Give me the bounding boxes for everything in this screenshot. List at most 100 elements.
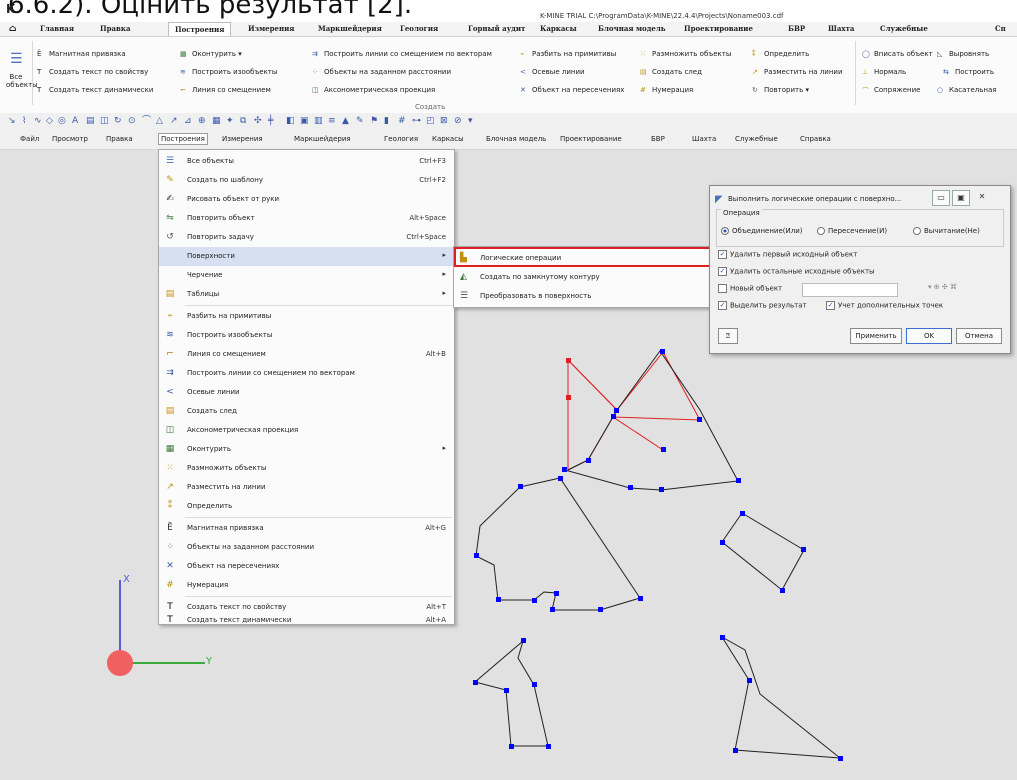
close-icon[interactable]: ✕: [974, 190, 990, 204]
repeat-button[interactable]: ↻ Повторить ▾: [752, 86, 809, 94]
cancel-button[interactable]: Отмена: [956, 328, 1002, 344]
menu-item-axonometric[interactable]: ◫ Аксонометрическая проекция: [159, 421, 454, 440]
select-icon[interactable]: ◰: [426, 117, 435, 126]
menu-item-repeat-object[interactable]: ⇋ Повторить объект Alt+Space: [159, 209, 454, 228]
lasso-icon[interactable]: ⊘: [454, 117, 463, 126]
curve-icon[interactable]: ∿: [34, 117, 43, 126]
tab-sluzhebnye[interactable]: Служебные: [880, 24, 928, 33]
move-icon[interactable]: ✣: [254, 117, 263, 126]
tab-marksheyderiya[interactable]: Маркшейдерия: [318, 24, 382, 33]
all-objects-button[interactable]: Все объекты: [6, 73, 38, 89]
tab-sp[interactable]: Сп: [995, 24, 1006, 33]
build-button[interactable]: ⇆ Построить: [943, 68, 994, 76]
black-polygon-top[interactable]: [564, 350, 739, 491]
tab-bvr[interactable]: БВР: [788, 24, 805, 33]
black-polygon-left[interactable]: [475, 477, 641, 611]
menu-item-offset-line[interactable]: ⌐ Линия со смещением Alt+B: [159, 345, 454, 364]
distance-objects-button[interactable]: ⁘ Объекты на заданном расстоянии: [312, 68, 451, 76]
all-objects-icon[interactable]: ☰: [10, 51, 23, 67]
menu-item-repeat-task[interactable]: ↺ Повторить задачу Ctrl+Space: [159, 228, 454, 247]
block-icon[interactable]: ▣: [300, 117, 309, 126]
menu-edit[interactable]: Правка: [106, 135, 133, 143]
contour-button[interactable]: ▦ Оконтурить ▾: [180, 50, 242, 58]
menu-item-define[interactable]: ⁑ Определить: [159, 497, 454, 516]
align-button[interactable]: ◺ Выровнять: [937, 50, 989, 58]
circle-icon[interactable]: ◎: [58, 117, 67, 126]
minimize-button[interactable]: ▭: [932, 190, 950, 206]
tab-postroeniya[interactable]: Построения: [168, 22, 232, 36]
checkbox-new-object[interactable]: Новый объект: [718, 284, 782, 293]
multiply-button[interactable]: ⁙ Размножить объекты: [640, 50, 731, 58]
iso-button[interactable]: ≋ Построить изообъекты: [180, 68, 277, 76]
menu-item-all-objects[interactable]: ☰ Все объекты Ctrl+F3: [159, 152, 454, 171]
dims-icon[interactable]: ⊠: [440, 117, 449, 126]
menu-geology[interactable]: Геология: [384, 135, 418, 143]
black-polygon-diamond[interactable]: [721, 512, 805, 591]
ok-button[interactable]: OK: [906, 328, 952, 344]
apply-button[interactable]: Применить: [850, 328, 902, 344]
red-polygon-b[interactable]: [567, 351, 701, 451]
tab-blochnaya-model[interactable]: Блочная модель: [598, 24, 666, 33]
inscribe-button[interactable]: ◯ Вписать объект: [862, 50, 933, 58]
menu-item-numbering[interactable]: # Нумерация: [159, 576, 454, 595]
measure-icon[interactable]: ⊿: [184, 117, 193, 126]
new-object-select[interactable]: [802, 283, 898, 297]
arrow-icon[interactable]: ↗: [170, 117, 179, 126]
text-icon[interactable]: A: [72, 117, 81, 126]
more-tools-icon[interactable]: ▾: [468, 117, 477, 126]
text-by-property-button[interactable]: T Создать текст по свойству: [37, 68, 148, 76]
checkbox-delete-first[interactable]: ✓ Удалить первый исходный объект: [718, 250, 857, 259]
menu-item-by-template[interactable]: ✎ Создать по шаблону Ctrl+F2: [159, 171, 454, 190]
hatch-icon[interactable]: ▦: [212, 117, 221, 126]
menu-item-distance[interactable]: ⁘ Объекты на заданном расстоянии: [159, 538, 454, 557]
checkbox-extra-points[interactable]: ✓ Учет дополнительных точек: [826, 301, 943, 310]
menu-item-place-on-line[interactable]: ↗ Разместить на линии: [159, 478, 454, 497]
tab-geologiya[interactable]: Геология: [400, 24, 438, 33]
triangle-icon[interactable]: △: [156, 117, 165, 126]
checkbox-highlight-result[interactable]: ✓ Выделить результат: [718, 301, 807, 310]
menu-item-trace[interactable]: ▤ Создать след: [159, 402, 454, 421]
menu-measure[interactable]: Измерения: [222, 135, 263, 143]
menu-view[interactable]: Просмотр: [52, 135, 88, 143]
menu-item-freehand[interactable]: ✍ Рисовать объект от руки: [159, 190, 454, 209]
vertex-points[interactable]: [473, 349, 843, 761]
offset-line-button[interactable]: ⌐ Линия со смещением: [180, 86, 271, 94]
polygon-icon[interactable]: ◇: [46, 117, 55, 126]
radio-subtraction[interactable]: Вычитание(Не): [913, 227, 980, 235]
vector-offset-button[interactable]: ⇉ Построить линии со смещением по вектора…: [312, 50, 492, 58]
place-on-line-button[interactable]: ↗ Разместить на линии: [752, 68, 843, 76]
mountain-icon[interactable]: ▲: [342, 117, 351, 126]
marker-icon[interactable]: ⊕: [198, 117, 207, 126]
axial-lines-button[interactable]: < Осевые линии: [520, 68, 585, 76]
menu-bvr[interactable]: БВР: [651, 135, 665, 143]
cross-icon[interactable]: ╪: [268, 117, 277, 126]
brush-icon[interactable]: ✎: [356, 117, 365, 126]
menu-item-split[interactable]: ⌁ Разбить на примитивы: [159, 307, 454, 326]
layer-icon[interactable]: ◧: [286, 117, 295, 126]
fillet-button[interactable]: ⌒ Сопряжение: [862, 86, 920, 95]
red-polygon-a[interactable]: [567, 358, 618, 471]
menu-mine[interactable]: Шахта: [692, 135, 716, 143]
menu-item-vector-offset[interactable]: ⇉ Построить линии со смещением по вектора…: [159, 364, 454, 383]
flag-icon[interactable]: ⚑: [370, 117, 379, 126]
rotate-icon[interactable]: ↻: [114, 117, 123, 126]
menu-design[interactable]: Проектирование: [560, 135, 622, 143]
tab-glavnaya[interactable]: Главная: [40, 24, 74, 33]
point-icon[interactable]: ⊙: [128, 117, 137, 126]
intersection-button[interactable]: ✕ Объект на пересечениях: [520, 86, 624, 94]
menu-item-text-dynamic[interactable]: T Создать текст динамически Alt+A: [159, 616, 454, 625]
arc-icon[interactable]: ⌒: [142, 117, 151, 126]
menu-item-axial-lines[interactable]: < Осевые линии: [159, 383, 454, 402]
text-dynamic-button[interactable]: T Создать текст динамически: [37, 86, 153, 94]
black-polygon-bottom-right[interactable]: [721, 636, 842, 759]
menu-item-multiply[interactable]: ⁙ Размножить объекты: [159, 459, 454, 478]
normal-button[interactable]: ⊥ Нормаль: [862, 68, 906, 76]
radio-union[interactable]: Объединение(Или): [721, 227, 803, 235]
submenu-item-closed-contour[interactable]: ◭ Создать по замкнутому контуру: [454, 268, 716, 286]
menu-item-contour[interactable]: ▦ Оконтурить ▸: [159, 440, 454, 459]
tab-pravka[interactable]: Правка: [100, 24, 131, 33]
menu-frames[interactable]: Каркасы: [432, 135, 464, 143]
axonometric-button[interactable]: ◫ Аксонометрическая проекция: [312, 86, 435, 94]
node-icon[interactable]: ✦: [226, 117, 235, 126]
maximize-button[interactable]: ▣: [952, 190, 970, 206]
